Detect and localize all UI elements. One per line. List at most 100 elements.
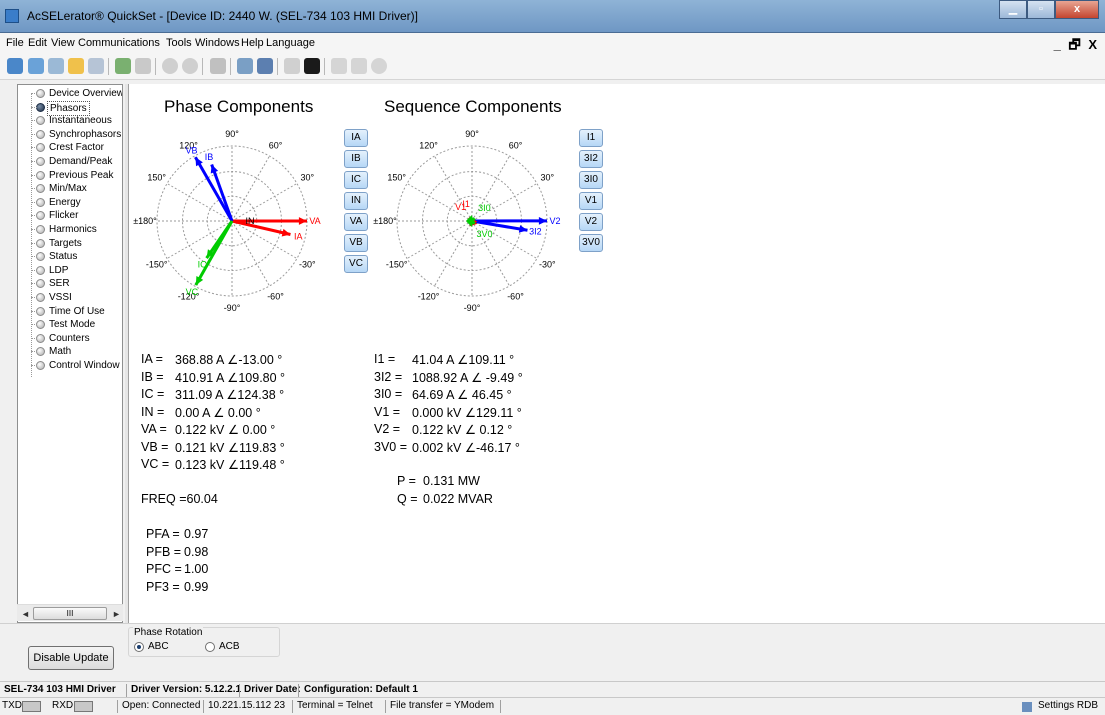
document-icon[interactable] xyxy=(351,58,367,74)
select-3i2-button[interactable]: 3I2 xyxy=(579,150,603,168)
frequency-value: FREQ =60.04 xyxy=(141,492,218,506)
settings-rdb[interactable]: Settings RDB xyxy=(1038,698,1098,714)
read-icon[interactable] xyxy=(115,58,131,74)
measurement-row: Q = 0.022 MVAR xyxy=(397,492,493,506)
sequence-angle-label: 150° xyxy=(387,173,406,183)
measurement-value: 1088.92 A ∠ -9.49 ° xyxy=(412,370,523,385)
file-transfer: File transfer = YModem xyxy=(390,700,495,711)
measurement-value: 410.91 A ∠109.80 ° xyxy=(175,370,286,385)
select-ia-button[interactable]: IA xyxy=(344,129,368,147)
phase-vector-label-va: VA xyxy=(309,216,320,226)
scroll-right-icon[interactable]: ► xyxy=(112,609,121,619)
options-icon[interactable] xyxy=(371,58,387,74)
sequence-vector-label-3i2: 3I2 xyxy=(529,227,542,237)
menu-windows[interactable]: Windows xyxy=(195,37,240,49)
tree-item-label: Targets xyxy=(49,237,82,249)
tree-item-label: Synchrophasors xyxy=(49,128,122,140)
report-icon[interactable] xyxy=(331,58,347,74)
measurement-label: V1 = xyxy=(374,404,401,419)
node-bullet-icon xyxy=(36,197,45,207)
phase-angle-label: -150° xyxy=(146,260,168,270)
home-icon[interactable] xyxy=(7,58,23,74)
select-3i0-button[interactable]: 3I0 xyxy=(579,171,603,189)
disable-update-button[interactable]: Disable Update xyxy=(28,646,114,670)
new-icon[interactable] xyxy=(48,58,64,74)
restore-button[interactable]: ▫ xyxy=(1027,0,1055,19)
measurement-value: 0.121 kV ∠119.83 ° xyxy=(175,440,285,455)
select-v1-button[interactable]: V1 xyxy=(579,192,603,210)
measurement-value: 0.99 xyxy=(184,579,209,594)
scroll-left-icon[interactable]: ◄ xyxy=(21,609,30,619)
phase-vector-ia xyxy=(231,219,291,236)
phase-angle-label: ±180° xyxy=(133,216,157,226)
node-bullet-icon xyxy=(36,238,45,248)
node-bullet-icon xyxy=(36,279,45,289)
menu-communications[interactable]: Communications xyxy=(78,37,160,49)
waveform-icon[interactable] xyxy=(284,58,300,74)
select-i1-button[interactable]: I1 xyxy=(579,129,603,147)
menu-tools[interactable]: Tools xyxy=(166,37,192,49)
device-tree: Device Overview Phasors Instantaneous Synch… xyxy=(17,84,123,623)
phase-angle-label: -30° xyxy=(299,260,316,270)
measurement-row: PFA = 0.97 xyxy=(146,527,208,541)
grid-spoke xyxy=(406,220,473,259)
window-title: AcSELerator® QuickSet - [Device ID: 2440… xyxy=(27,9,418,23)
tree-item-label: Instantaneous xyxy=(49,115,112,127)
select-va-button[interactable]: VA xyxy=(344,213,368,231)
connection-address: 10.221.15.112 23 xyxy=(208,700,286,711)
select-v2-button[interactable]: V2 xyxy=(579,213,603,231)
measurement-row: 3I2 = 1088.92 A ∠ -9.49 ° xyxy=(374,370,523,385)
select-ic-button[interactable]: IC xyxy=(344,171,368,189)
measurement-value: 0.00 A ∠ 0.00 ° xyxy=(175,405,261,420)
node-bullet-icon xyxy=(36,252,45,262)
close-button[interactable]: x xyxy=(1055,0,1099,19)
measurement-value: 368.88 A ∠-13.00 ° xyxy=(175,353,283,367)
menu-bar: File Edit View Communications Tools Wind… xyxy=(0,33,1105,54)
menu-help[interactable]: Help xyxy=(241,37,264,49)
scroll-thumb[interactable]: III xyxy=(33,607,107,620)
select-vb-button[interactable]: VB xyxy=(344,234,368,252)
menu-language[interactable]: Language xyxy=(266,37,315,49)
measurement-label: 3I0 = xyxy=(374,387,403,401)
open-folder-icon[interactable] xyxy=(68,58,84,74)
menu-view[interactable]: View xyxy=(51,37,75,49)
sequence-arrowhead-v2 xyxy=(538,216,547,225)
tree-item-label: Status xyxy=(49,251,78,263)
hmi-icon[interactable] xyxy=(237,58,253,74)
select-in-button[interactable]: IN xyxy=(344,192,368,210)
phase-angle-label: -60° xyxy=(267,291,284,301)
network-icon[interactable] xyxy=(210,58,226,74)
save-icon[interactable] xyxy=(88,58,104,74)
driver-date: Driver Date: xyxy=(244,684,301,695)
menu-edit[interactable]: Edit xyxy=(28,37,47,49)
tree-item-label: Demand/Peak xyxy=(49,156,113,167)
phase-vector-label-vb: VB xyxy=(185,145,197,155)
measurement-value: 0.122 kV ∠ 0.12 ° xyxy=(412,423,513,437)
phase-vector-label-ib: IB xyxy=(205,152,214,162)
sequence-angle-label: 120° xyxy=(419,141,438,151)
menu-file[interactable]: File xyxy=(6,37,24,49)
settings-gear-icon[interactable] xyxy=(28,58,44,74)
measurement-value: 0.122 kV ∠ 0.00 ° xyxy=(175,423,276,437)
select-vc-button[interactable]: VC xyxy=(344,255,368,273)
phase-angle-label: -90° xyxy=(224,303,241,313)
acb-radio[interactable] xyxy=(205,642,215,652)
events-icon[interactable] xyxy=(257,58,273,74)
measurement-value: 41.04 A ∠109.11 ° xyxy=(412,353,515,367)
minimize-button[interactable]: ▁ xyxy=(999,0,1027,19)
connect-icon[interactable] xyxy=(162,58,178,74)
node-bullet-icon xyxy=(36,361,45,370)
acb-label: ACB xyxy=(219,641,240,652)
sequence-angle-label: 60° xyxy=(509,141,523,151)
send-icon[interactable] xyxy=(135,58,151,74)
measurement-row: V2 = 0.122 kV ∠ 0.12 ° xyxy=(374,422,512,437)
select-ib-button[interactable]: IB xyxy=(344,150,368,168)
tree-horizontal-scrollbar[interactable]: ◄ III ► xyxy=(17,604,123,621)
select-3v0-button[interactable]: 3V0 xyxy=(579,234,603,252)
phase-angle-label: 30° xyxy=(301,173,315,183)
node-bullet-icon xyxy=(36,157,45,166)
abc-radio[interactable] xyxy=(134,642,144,652)
disconnect-icon[interactable] xyxy=(182,58,198,74)
measurement-row: 3V0 = 0.002 kV ∠-46.17 ° xyxy=(374,440,520,455)
terminal-icon[interactable] xyxy=(304,58,320,74)
